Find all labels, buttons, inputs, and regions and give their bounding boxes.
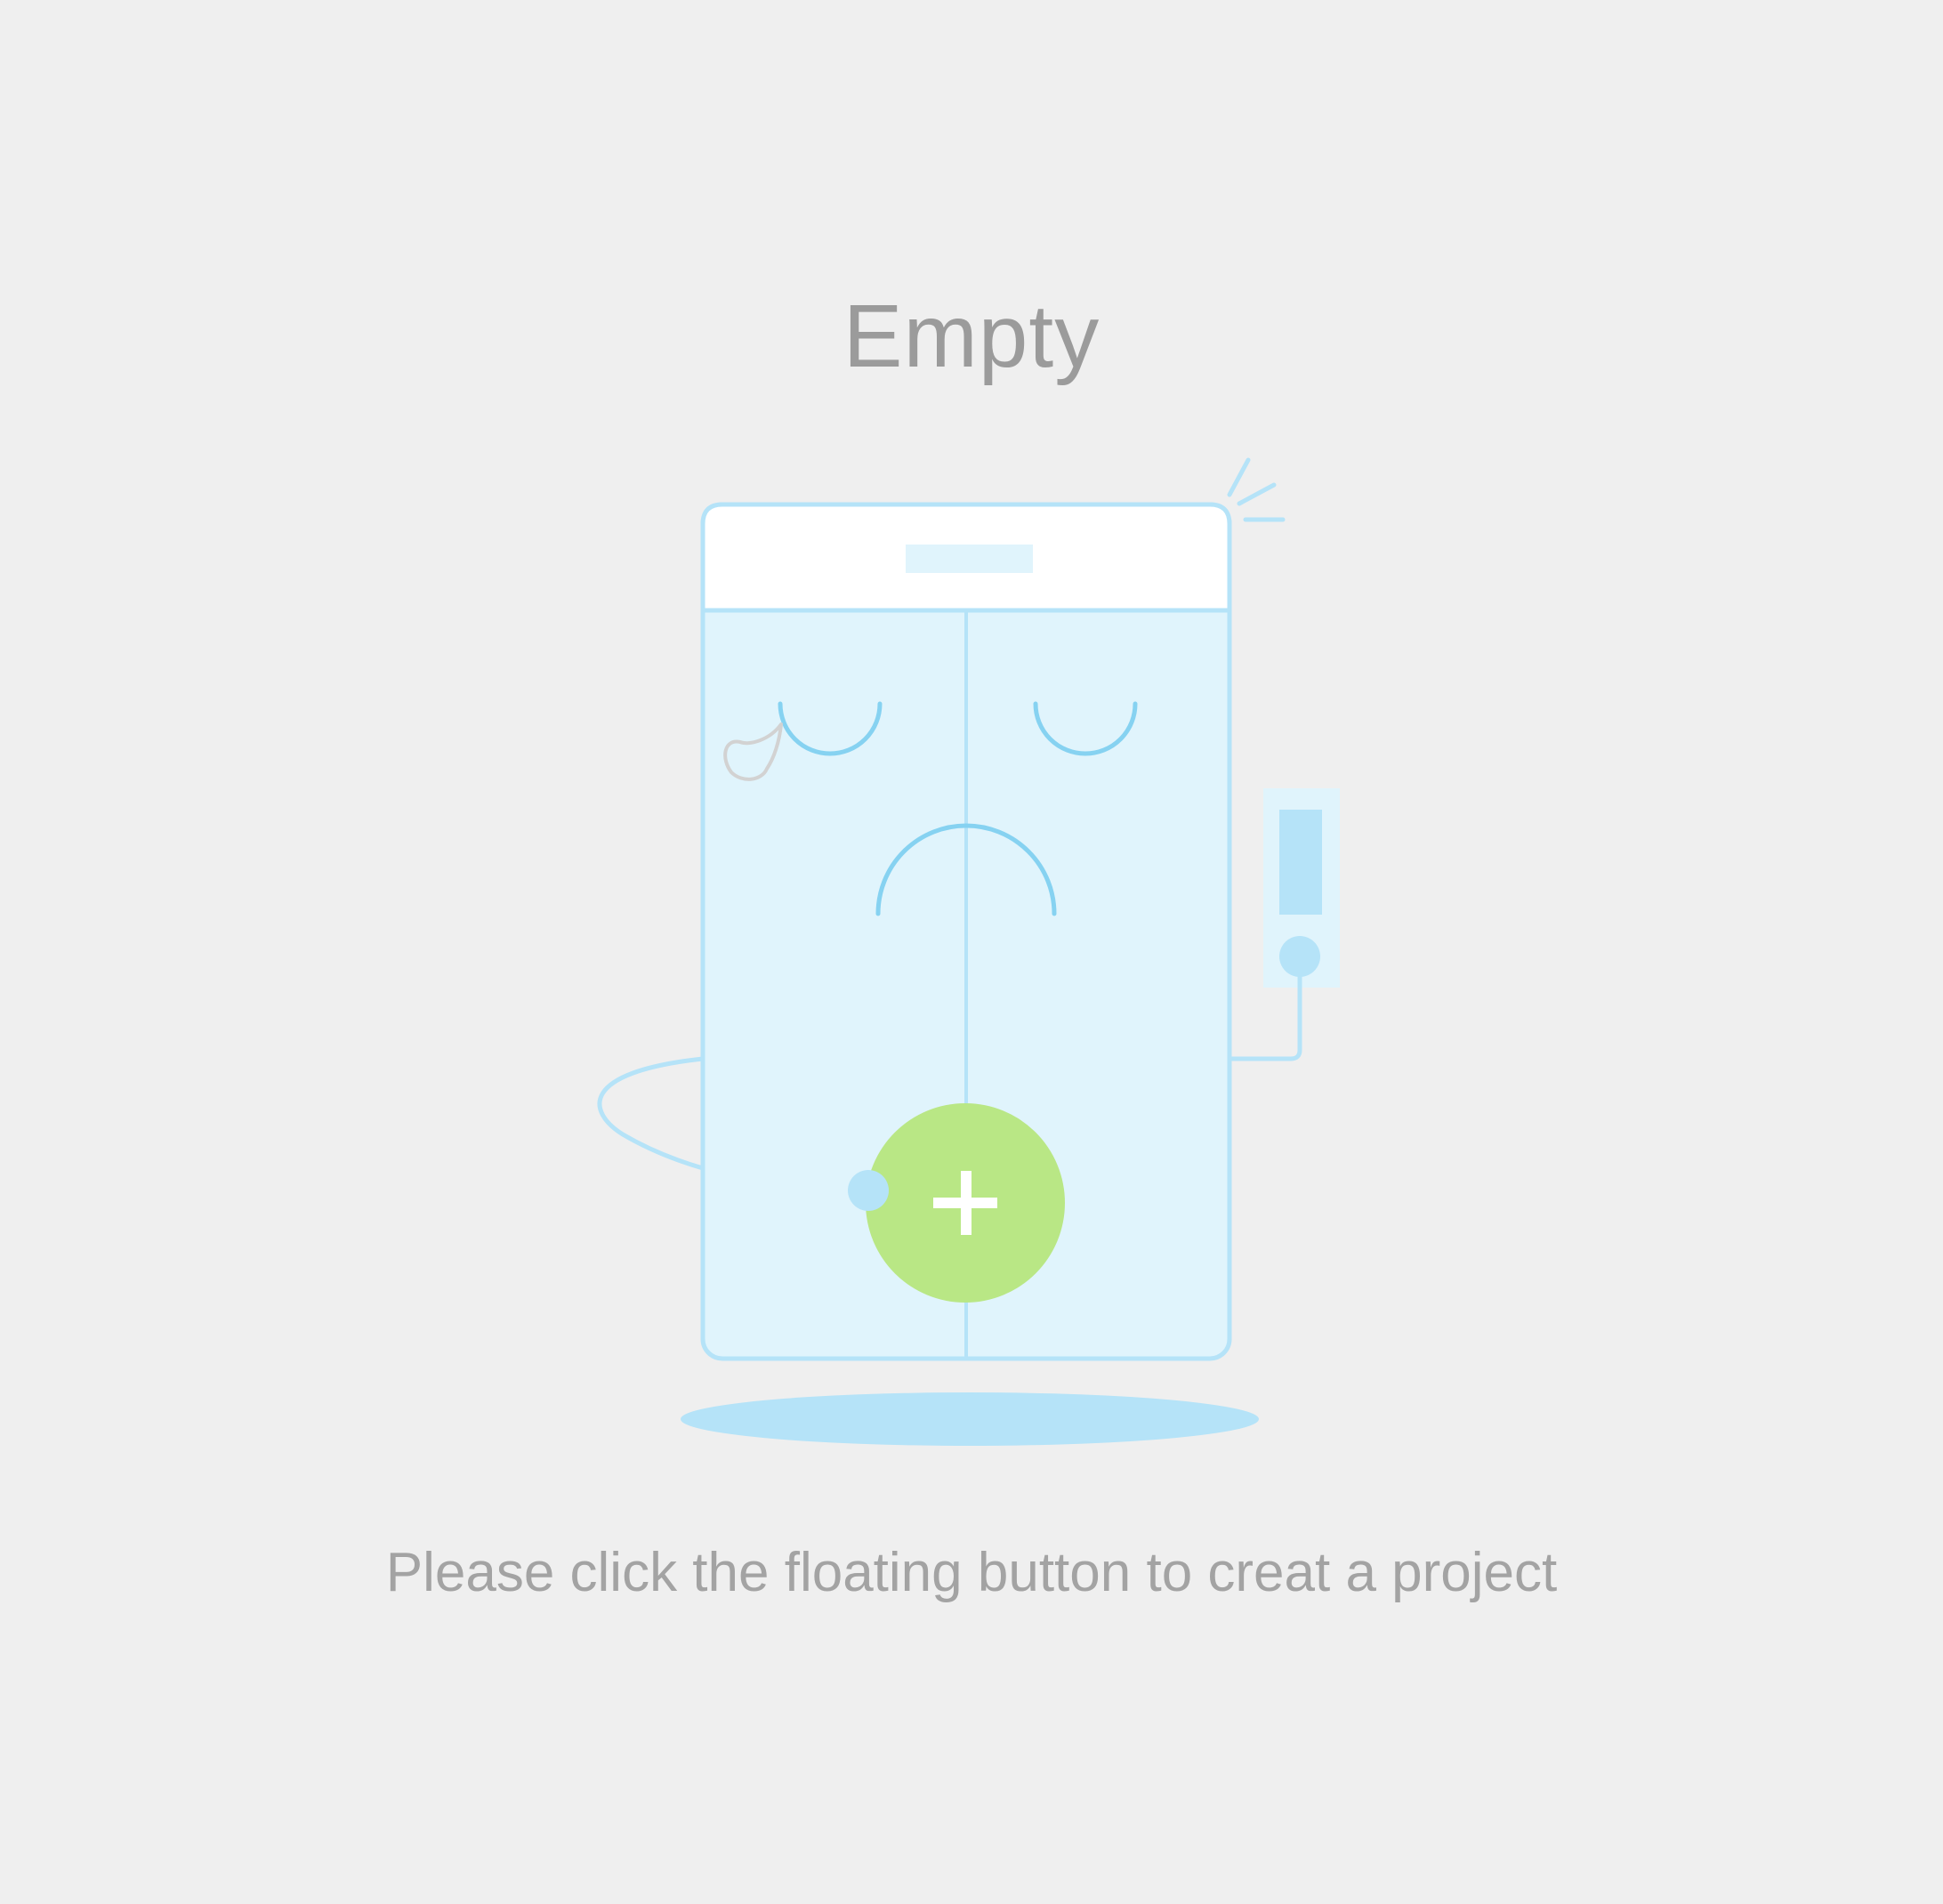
floating-add-button[interactable] [866, 1103, 1065, 1303]
empty-message: Please click the floating button to crea… [385, 1542, 1558, 1603]
charger-screen [1279, 810, 1322, 915]
empty-state-screen: Empty Please click the floating button t… [0, 0, 1943, 1904]
phone-speaker [906, 545, 1033, 573]
charger-knob [1279, 936, 1320, 977]
phone-shadow [681, 1392, 1259, 1446]
empty-illustration [597, 457, 1340, 1446]
shine-icon [1227, 457, 1286, 522]
cable-plug [848, 1170, 889, 1211]
